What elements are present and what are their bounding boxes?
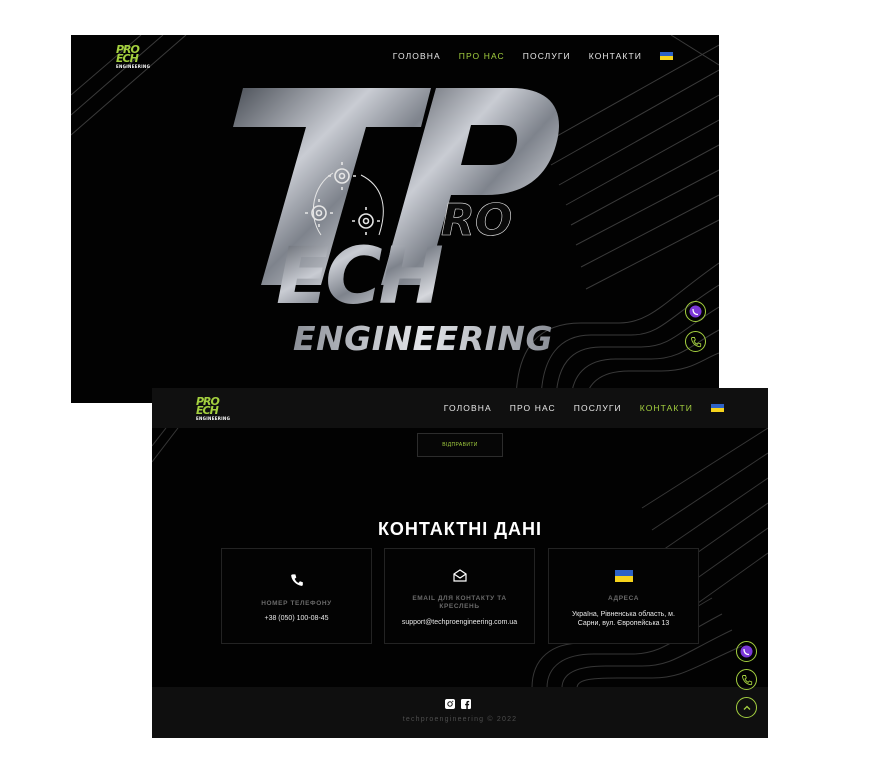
instagram-icon[interactable] xyxy=(445,699,455,709)
hero-screenshot: PRO ECH ENGINEERING ГОЛОВНА ПРО НАС ПОСЛ… xyxy=(71,35,719,403)
copyright-text: techproengineering © 2022 xyxy=(402,716,518,723)
contact-card-email: EMAIL ДЛЯ КОНТАКТУ ТА КРЕСЛЕНЬ support@t… xyxy=(384,548,535,644)
viber-button[interactable] xyxy=(736,641,757,662)
phone-icon xyxy=(690,336,701,347)
logo-line3: ENGINEERING xyxy=(116,64,151,69)
nav-item-contacts[interactable]: КОНТАКТИ xyxy=(589,51,642,61)
language-flag-icon[interactable] xyxy=(711,404,724,412)
phone-button[interactable] xyxy=(685,331,706,352)
nav-item-home[interactable]: ГОЛОВНА xyxy=(393,51,441,61)
site-header: PRO ECH ENGINEERING ГОЛОВНА ПРО НАС ПОСЛ… xyxy=(152,388,768,428)
address-value: Україна, Рівненська область, м. Сарни, в… xyxy=(572,611,675,627)
phone-button[interactable] xyxy=(736,669,757,690)
logo-line3: ENGINEERING xyxy=(196,416,231,421)
nav-item-about[interactable]: ПРО НАС xyxy=(510,403,556,413)
language-flag-icon[interactable] xyxy=(660,52,673,60)
contact-card-phone: НОМЕР ТЕЛЕФОНУ +38 (050) 100-08-45 xyxy=(221,548,372,644)
envelope-icon xyxy=(385,569,534,582)
email-label: EMAIL ДЛЯ КОНТАКТУ ТА КРЕСЛЕНЬ xyxy=(412,595,507,610)
svg-text:ECH: ECH xyxy=(276,232,443,322)
address-label: АДРЕСА xyxy=(607,595,640,602)
svg-text:ENGINEERING: ENGINEERING xyxy=(293,319,553,358)
ukraine-flag-icon xyxy=(549,570,698,582)
email-value[interactable]: support@techproengineering.com.ua xyxy=(389,619,530,628)
nav-item-services[interactable]: ПОСЛУГИ xyxy=(523,51,571,61)
nav-item-home[interactable]: ГОЛОВНА xyxy=(444,403,492,413)
phone-label: НОМЕР ТЕЛЕФОНУ xyxy=(261,600,332,607)
facebook-icon[interactable] xyxy=(461,699,471,709)
hero-brand-logo: RO ECH ENGINEERING xyxy=(233,88,559,358)
viber-icon xyxy=(689,305,702,318)
viber-icon xyxy=(740,645,753,658)
brand-logo[interactable]: PRO ECH ENGINEERING xyxy=(196,396,230,421)
viber-button[interactable] xyxy=(685,301,706,322)
contact-card-address: АДРЕСА Україна, Рівненська область, м. С… xyxy=(548,548,699,644)
phone-value[interactable]: +38 (050) 100-08-45 xyxy=(226,615,367,624)
phone-icon xyxy=(741,674,752,685)
chevron-up-icon xyxy=(743,705,750,710)
logo-line2: ECH xyxy=(196,404,219,417)
brand-logo[interactable]: PRO ECH ENGINEERING xyxy=(116,44,150,69)
nav-item-services[interactable]: ПОСЛУГИ xyxy=(574,403,622,413)
social-links xyxy=(445,699,471,709)
send-button[interactable]: ВІДПРАВИТИ xyxy=(417,433,503,457)
contacts-screenshot: PRO ECH ENGINEERING ГОЛОВНА ПРО НАС ПОСЛ… xyxy=(152,388,768,738)
site-footer: techproengineering © 2022 xyxy=(152,687,768,738)
phone-icon xyxy=(222,573,371,587)
nav-item-contacts[interactable]: КОНТАКТИ xyxy=(640,403,693,413)
logo-line2: ECH xyxy=(116,52,139,65)
nav-item-about[interactable]: ПРО НАС xyxy=(459,51,505,61)
main-nav: ГОЛОВНА ПРО НАС ПОСЛУГИ КОНТАКТИ xyxy=(375,51,673,61)
main-nav: ГОЛОВНА ПРО НАС ПОСЛУГИ КОНТАКТИ xyxy=(426,403,724,413)
scroll-to-top-button[interactable] xyxy=(736,697,757,718)
svg-text:RO: RO xyxy=(441,195,512,246)
contacts-title: КОНТАКТНІ ДАНІ xyxy=(377,519,543,539)
